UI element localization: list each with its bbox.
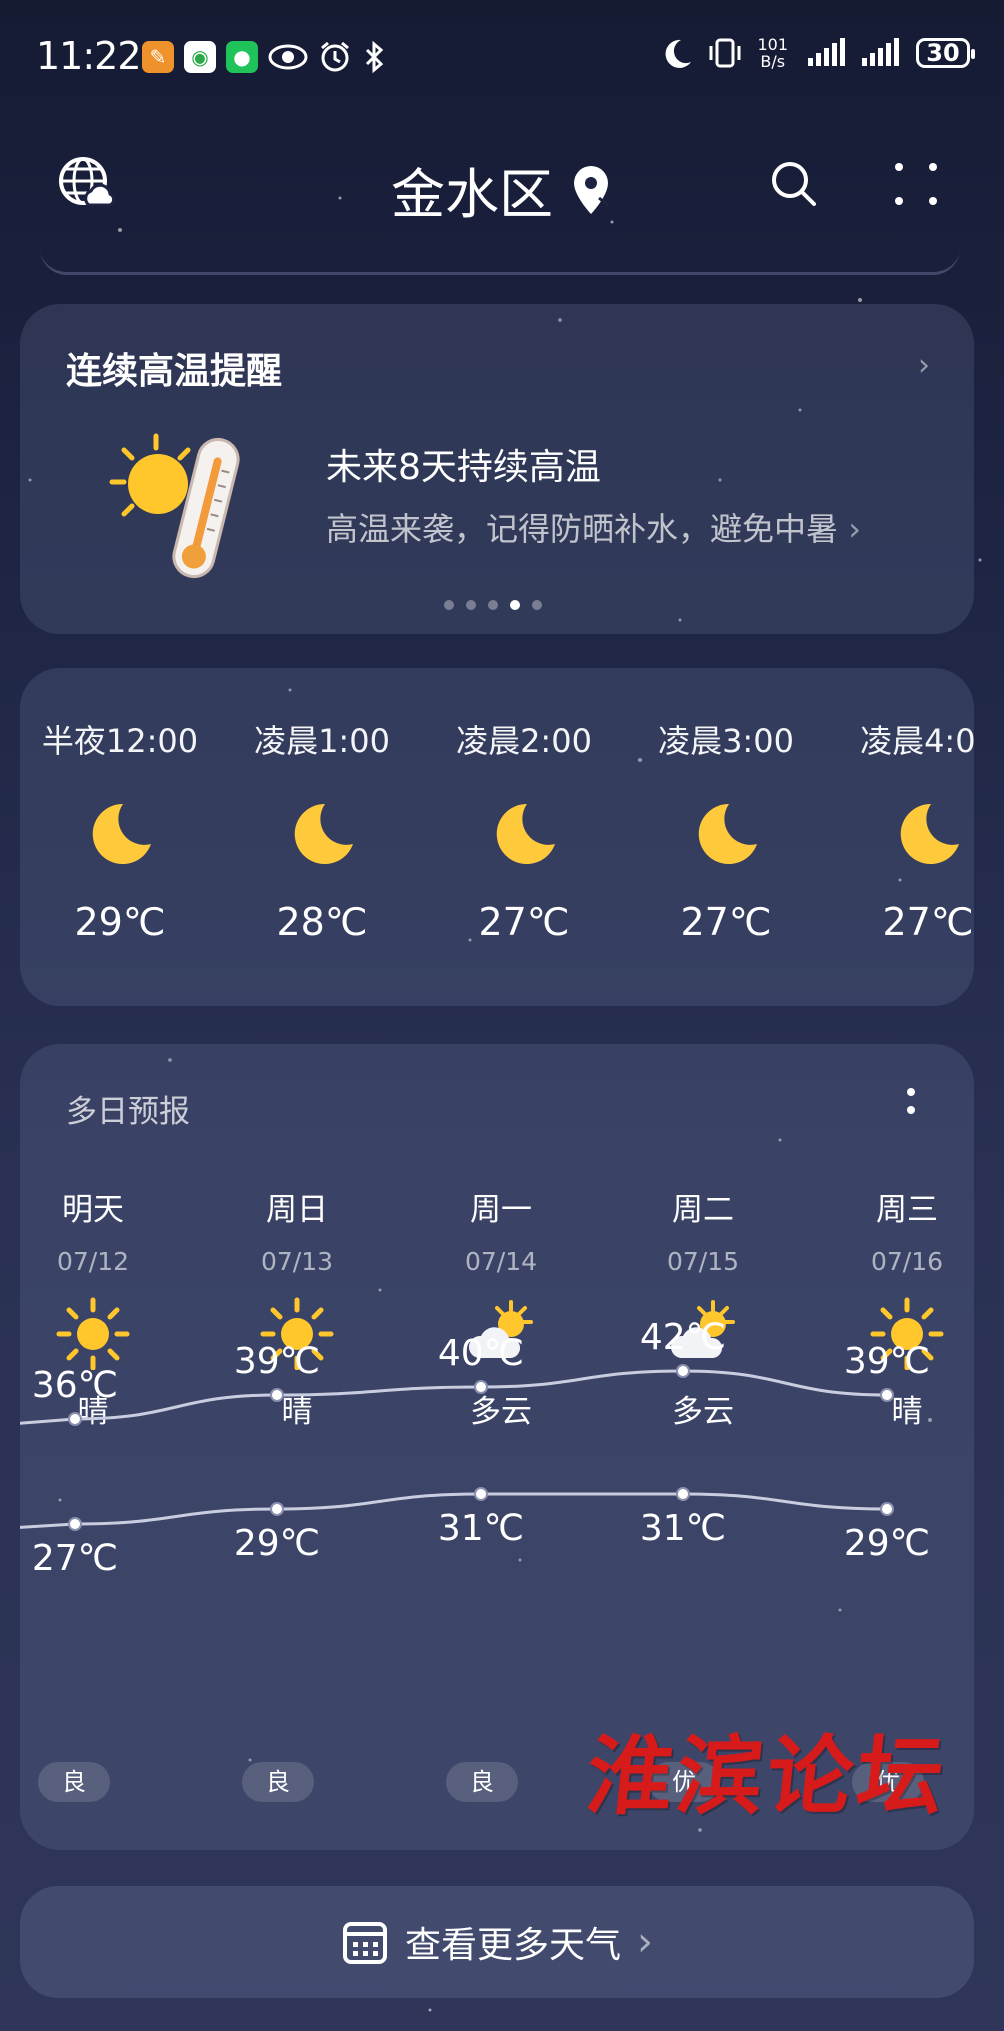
alarm-icon xyxy=(321,41,349,72)
signal-icon xyxy=(808,38,845,66)
moon-icon xyxy=(294,803,353,864)
city-name: 金水区 xyxy=(391,163,553,226)
status-bar: 11:22 ✎ ◉ ● 101 B/s 30 xyxy=(0,0,1004,120)
hour-time: 凌晨4:00 xyxy=(860,722,974,760)
location-pin-icon xyxy=(574,165,610,214)
aqi-badge: 良 xyxy=(38,1762,110,1802)
bluetooth-icon xyxy=(365,40,384,74)
moon-icon xyxy=(900,803,959,864)
calendar-icon xyxy=(342,1922,387,1964)
hour-item: 凌晨3:00 27℃ xyxy=(626,716,826,944)
hour-item: 半夜12:00 29℃ xyxy=(20,716,220,944)
hour-temp: 27℃ xyxy=(882,900,974,944)
alert-subtitle-text: 高温来袭，记得防晒补水，避免中暑 xyxy=(326,510,839,548)
network-speed-value: 101 xyxy=(757,35,788,54)
moon-icon xyxy=(92,803,151,864)
previous-card-edge xyxy=(40,248,960,275)
high-temp-label: 39℃ xyxy=(234,1341,320,1382)
carousel-dot xyxy=(466,600,476,610)
hour-time: 凌晨1:00 xyxy=(254,722,390,760)
high-temp-label: 40℃ xyxy=(438,1333,524,1374)
carousel-indicator xyxy=(444,600,542,610)
alert-headline: 未来8天持续高温 xyxy=(326,447,601,488)
notification-icons: ✎ ◉ ● xyxy=(142,40,386,74)
hourly-forecast-card[interactable]: 半夜12:00 29℃ 凌晨1:00 28℃ 凌晨2:00 27℃ 凌晨3:00… xyxy=(20,668,974,1006)
high-temp-label: 36℃ xyxy=(32,1365,118,1406)
wechat-icon: ● xyxy=(226,41,258,73)
carousel-dot xyxy=(444,600,454,610)
chevron-right-icon: › xyxy=(838,510,861,548)
search-icon xyxy=(772,162,816,206)
network-speed-unit: B/s xyxy=(760,52,786,71)
alert-title: 连续高温提醒 xyxy=(66,351,283,392)
high-temp-label: 39℃ xyxy=(844,1341,930,1382)
signal-icon-2 xyxy=(862,38,899,66)
moon-icon xyxy=(496,803,555,864)
low-temp-label: 29℃ xyxy=(844,1523,930,1564)
heat-alert-card[interactable]: 连续高温提醒 › 未来8天持续高温 高温来袭，记得防晒补水，避免中暑 › xyxy=(20,304,974,634)
high-temp-point xyxy=(474,1380,488,1394)
aqi-badge: 良 xyxy=(446,1762,518,1802)
view-more-label: 查看更多天气 xyxy=(404,1925,621,1966)
sun-thermometer-icon xyxy=(109,433,240,579)
hour-temp: 27℃ xyxy=(680,900,772,944)
high-temp-line xyxy=(20,1369,888,1425)
moon-icon xyxy=(698,803,757,864)
low-temp-label: 29℃ xyxy=(234,1523,320,1564)
status-time: 11:22 xyxy=(36,34,142,78)
carousel-dot xyxy=(532,600,542,610)
more-options-button[interactable] xyxy=(886,154,946,214)
search-button[interactable] xyxy=(764,154,824,214)
top-nav: 金水区 xyxy=(0,140,1004,230)
hour-item: 凌晨2:00 27℃ xyxy=(424,716,624,944)
low-temp-label: 31℃ xyxy=(438,1508,524,1549)
low-temp-point xyxy=(676,1487,690,1501)
hour-time: 凌晨2:00 xyxy=(456,722,592,760)
high-temp-point xyxy=(676,1364,690,1378)
low-temp-label: 31℃ xyxy=(640,1508,726,1549)
system-icons: 101 B/s 30 xyxy=(659,36,975,70)
high-temp-point xyxy=(68,1412,82,1426)
vibrate-icon xyxy=(709,38,741,68)
hour-item: 凌晨4:00 27℃ xyxy=(828,716,974,944)
message-notification-icon: ◉ xyxy=(184,41,216,73)
app-notification-icon: ✎ xyxy=(142,41,174,73)
hour-temp: 29℃ xyxy=(74,900,166,944)
chevron-right-icon: › xyxy=(918,348,930,383)
forum-watermark: 淮滨论坛 xyxy=(581,1726,953,1827)
battery-icon: 30 xyxy=(916,38,975,68)
chevron-right-icon: › xyxy=(637,1919,653,1965)
low-temp-point xyxy=(270,1502,284,1516)
carousel-dot xyxy=(488,600,498,610)
do-not-disturb-moon-icon xyxy=(666,39,692,68)
low-temp-point xyxy=(880,1502,894,1516)
hour-time: 凌晨3:00 xyxy=(658,722,794,760)
low-temp-point xyxy=(68,1517,82,1531)
network-speed: 101 B/s xyxy=(757,36,788,70)
city-title[interactable]: 金水区 xyxy=(0,150,1004,229)
hour-time: 半夜12:00 xyxy=(41,722,199,760)
aqi-badge: 良 xyxy=(242,1762,314,1802)
hour-temp: 27℃ xyxy=(478,900,570,944)
alert-subtitle: 高温来袭，记得防晒补水，避免中暑 › xyxy=(326,504,861,550)
hour-temp: 28℃ xyxy=(276,900,368,944)
more-grid-icon xyxy=(895,163,937,205)
high-temp-point xyxy=(880,1388,894,1402)
eye-icon xyxy=(268,44,308,70)
high-temp-point xyxy=(270,1388,284,1402)
hour-item: 凌晨1:00 28℃ xyxy=(222,716,422,944)
high-temp-label: 42℃ xyxy=(640,1317,726,1358)
carousel-dot-active xyxy=(510,600,520,610)
view-more-weather-button[interactable]: 查看更多天气 › xyxy=(20,1886,974,1998)
low-temp-point xyxy=(474,1487,488,1501)
low-temp-label: 27℃ xyxy=(32,1538,118,1579)
